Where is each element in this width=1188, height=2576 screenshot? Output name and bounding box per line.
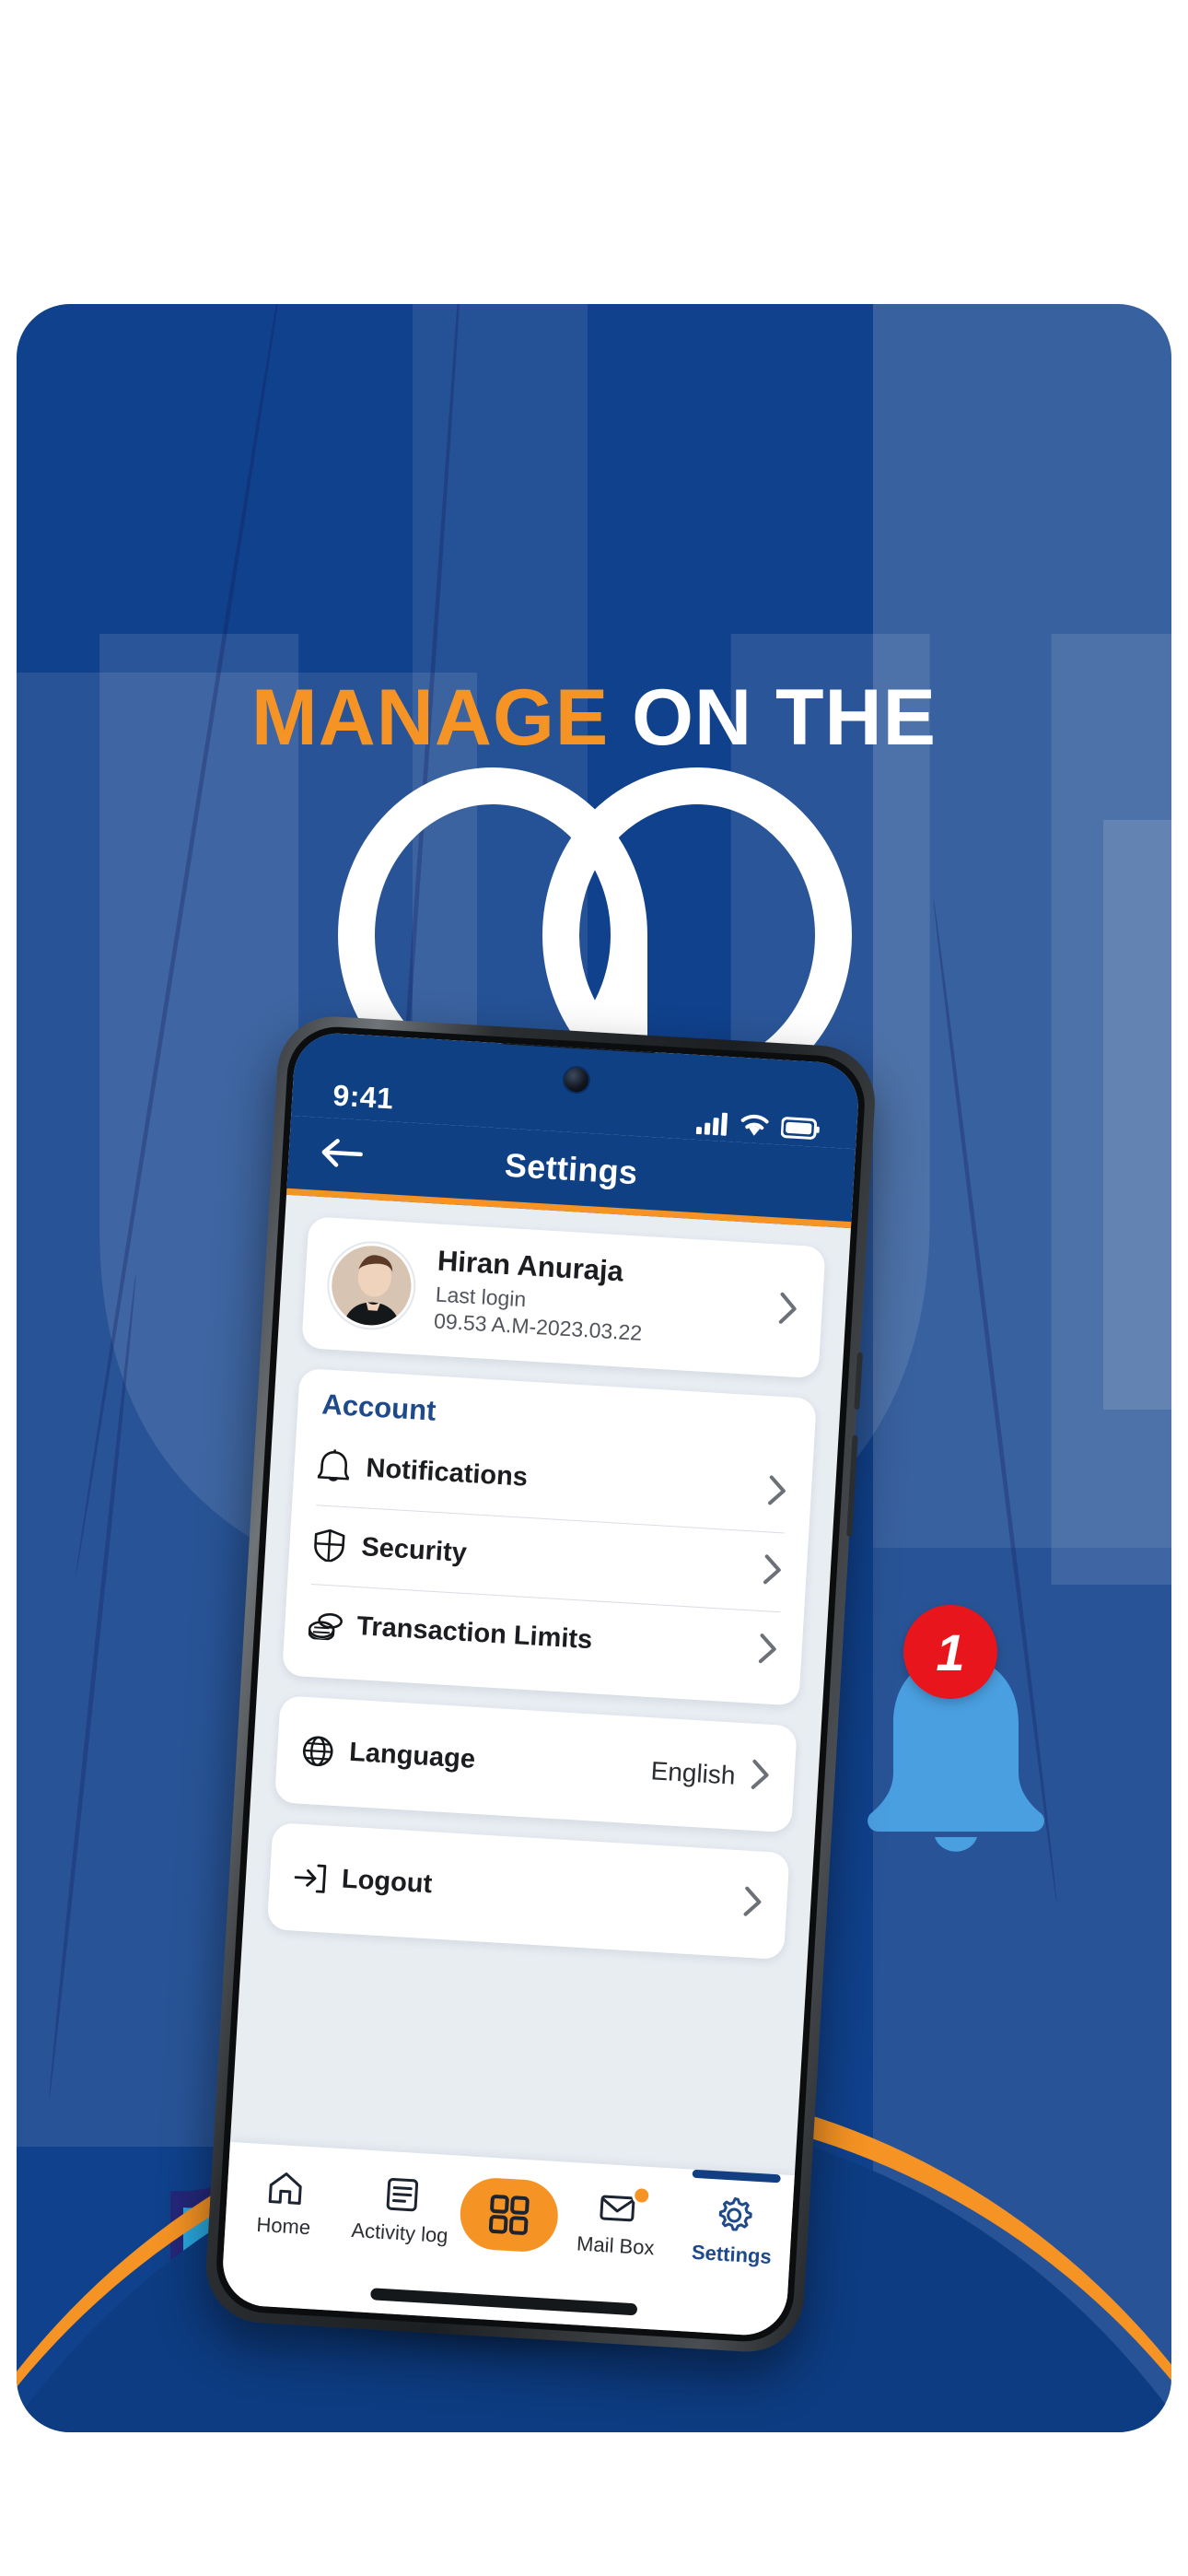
mail-unread-badge	[632, 2184, 653, 2207]
nav-label: Settings	[691, 2240, 773, 2268]
back-button[interactable]	[320, 1136, 364, 1175]
bell-icon	[317, 1449, 367, 1485]
decor-panel-far	[1103, 820, 1171, 1410]
wifi-icon	[740, 1114, 769, 1136]
arrow-left-icon	[321, 1138, 364, 1167]
coins-icon	[308, 1610, 357, 1642]
settings-row-logout[interactable]: Logout	[291, 1832, 765, 1949]
settings-content: Hiran Anuraja Last login 09.53 A.M-2023.…	[230, 1195, 851, 2176]
nav-item-settings[interactable]: Settings	[674, 2169, 792, 2270]
home-indicator-bar[interactable]	[370, 2288, 638, 2316]
front-camera	[564, 1067, 589, 1093]
chevron-right-icon	[766, 1473, 788, 1512]
headline-accent-word: MANAGE	[250, 673, 610, 762]
user-avatar-image	[329, 1244, 416, 1331]
chevron-right-icon	[761, 1552, 783, 1591]
profile-chevron	[776, 1291, 799, 1331]
phone-bezel: 9:41 Settings Hiran Anuraja Last login 0…	[214, 1024, 868, 2345]
headline-plain-word: ON THE	[632, 673, 938, 762]
logout-card[interactable]: Logout	[266, 1821, 790, 1961]
profile-text: Hiran Anuraja Last login 09.53 A.M-2023.…	[433, 1245, 780, 1356]
status-icons	[695, 1110, 821, 1142]
nav-item-mail-box[interactable]: Mail Box	[558, 2184, 676, 2261]
profile-row[interactable]: Hiran Anuraja Last login 09.53 A.M-2023.…	[301, 1216, 825, 1378]
cellular-signal-icon	[695, 1112, 728, 1136]
globe-icon	[300, 1734, 350, 1770]
bell-badge: 1	[903, 1605, 997, 1699]
settings-row-label: Security	[360, 1532, 468, 1568]
grid-icon	[488, 2195, 530, 2235]
language-value: English	[649, 1756, 737, 1790]
logout-icon	[293, 1862, 343, 1894]
nav-label: Home	[255, 2212, 311, 2240]
screenshot-root: UB MANAGE ON THE 1	[0, 0, 1188, 2576]
settings-row-language[interactable]: Language English	[298, 1706, 773, 1822]
chevron-right-icon	[749, 1758, 771, 1797]
phone-mockup: 9:41 Settings Hiran Anuraja Last login 0…	[203, 1013, 879, 2356]
account-card: Account Notifications Security Transacti…	[282, 1367, 817, 1706]
battery-icon	[780, 1117, 820, 1140]
bell-badge-count: 1	[936, 1622, 965, 1681]
settings-row-label: Transaction Limits	[355, 1611, 594, 1656]
chevron-right-icon	[778, 1292, 797, 1324]
apps-grid-fab-button[interactable]	[458, 2175, 560, 2254]
shield-icon	[312, 1528, 362, 1564]
chevron-right-icon	[756, 1632, 778, 1670]
profile-card[interactable]: Hiran Anuraja Last login 09.53 A.M-2023.…	[301, 1216, 826, 1379]
settings-row-label: Logout	[341, 1864, 434, 1900]
earpiece-speaker	[500, 1037, 658, 1054]
nav-item-home[interactable]: Home	[226, 2166, 344, 2242]
chevron-right-icon	[741, 1885, 763, 1924]
phone-screen: 9:41 Settings Hiran Anuraja Last login 0…	[220, 1031, 861, 2337]
nav-label: Activity log	[350, 2218, 449, 2248]
settings-row-label: Notifications	[365, 1453, 529, 1493]
status-clock: 9:41	[332, 1078, 395, 1116]
settings-row-label: Language	[348, 1738, 476, 1775]
bottom-navigation: Home Activity log Mail Box Settings	[220, 2141, 795, 2337]
phone-frame: 9:41 Settings Hiran Anuraja Last login 0…	[203, 1013, 879, 2356]
gear-icon	[718, 2196, 752, 2231]
account-section: Account Notifications Security Transacti…	[282, 1368, 817, 1706]
nav-label: Mail Box	[576, 2231, 656, 2260]
nav-item-activity-log[interactable]: Activity log	[342, 2172, 460, 2248]
list-icon	[386, 2177, 418, 2212]
home-icon	[268, 2172, 302, 2205]
page-title: Settings	[503, 1145, 639, 1191]
avatar	[326, 1241, 416, 1331]
language-card[interactable]: Language English	[274, 1695, 798, 1833]
hero-headline: MANAGE ON THE	[17, 673, 1171, 764]
